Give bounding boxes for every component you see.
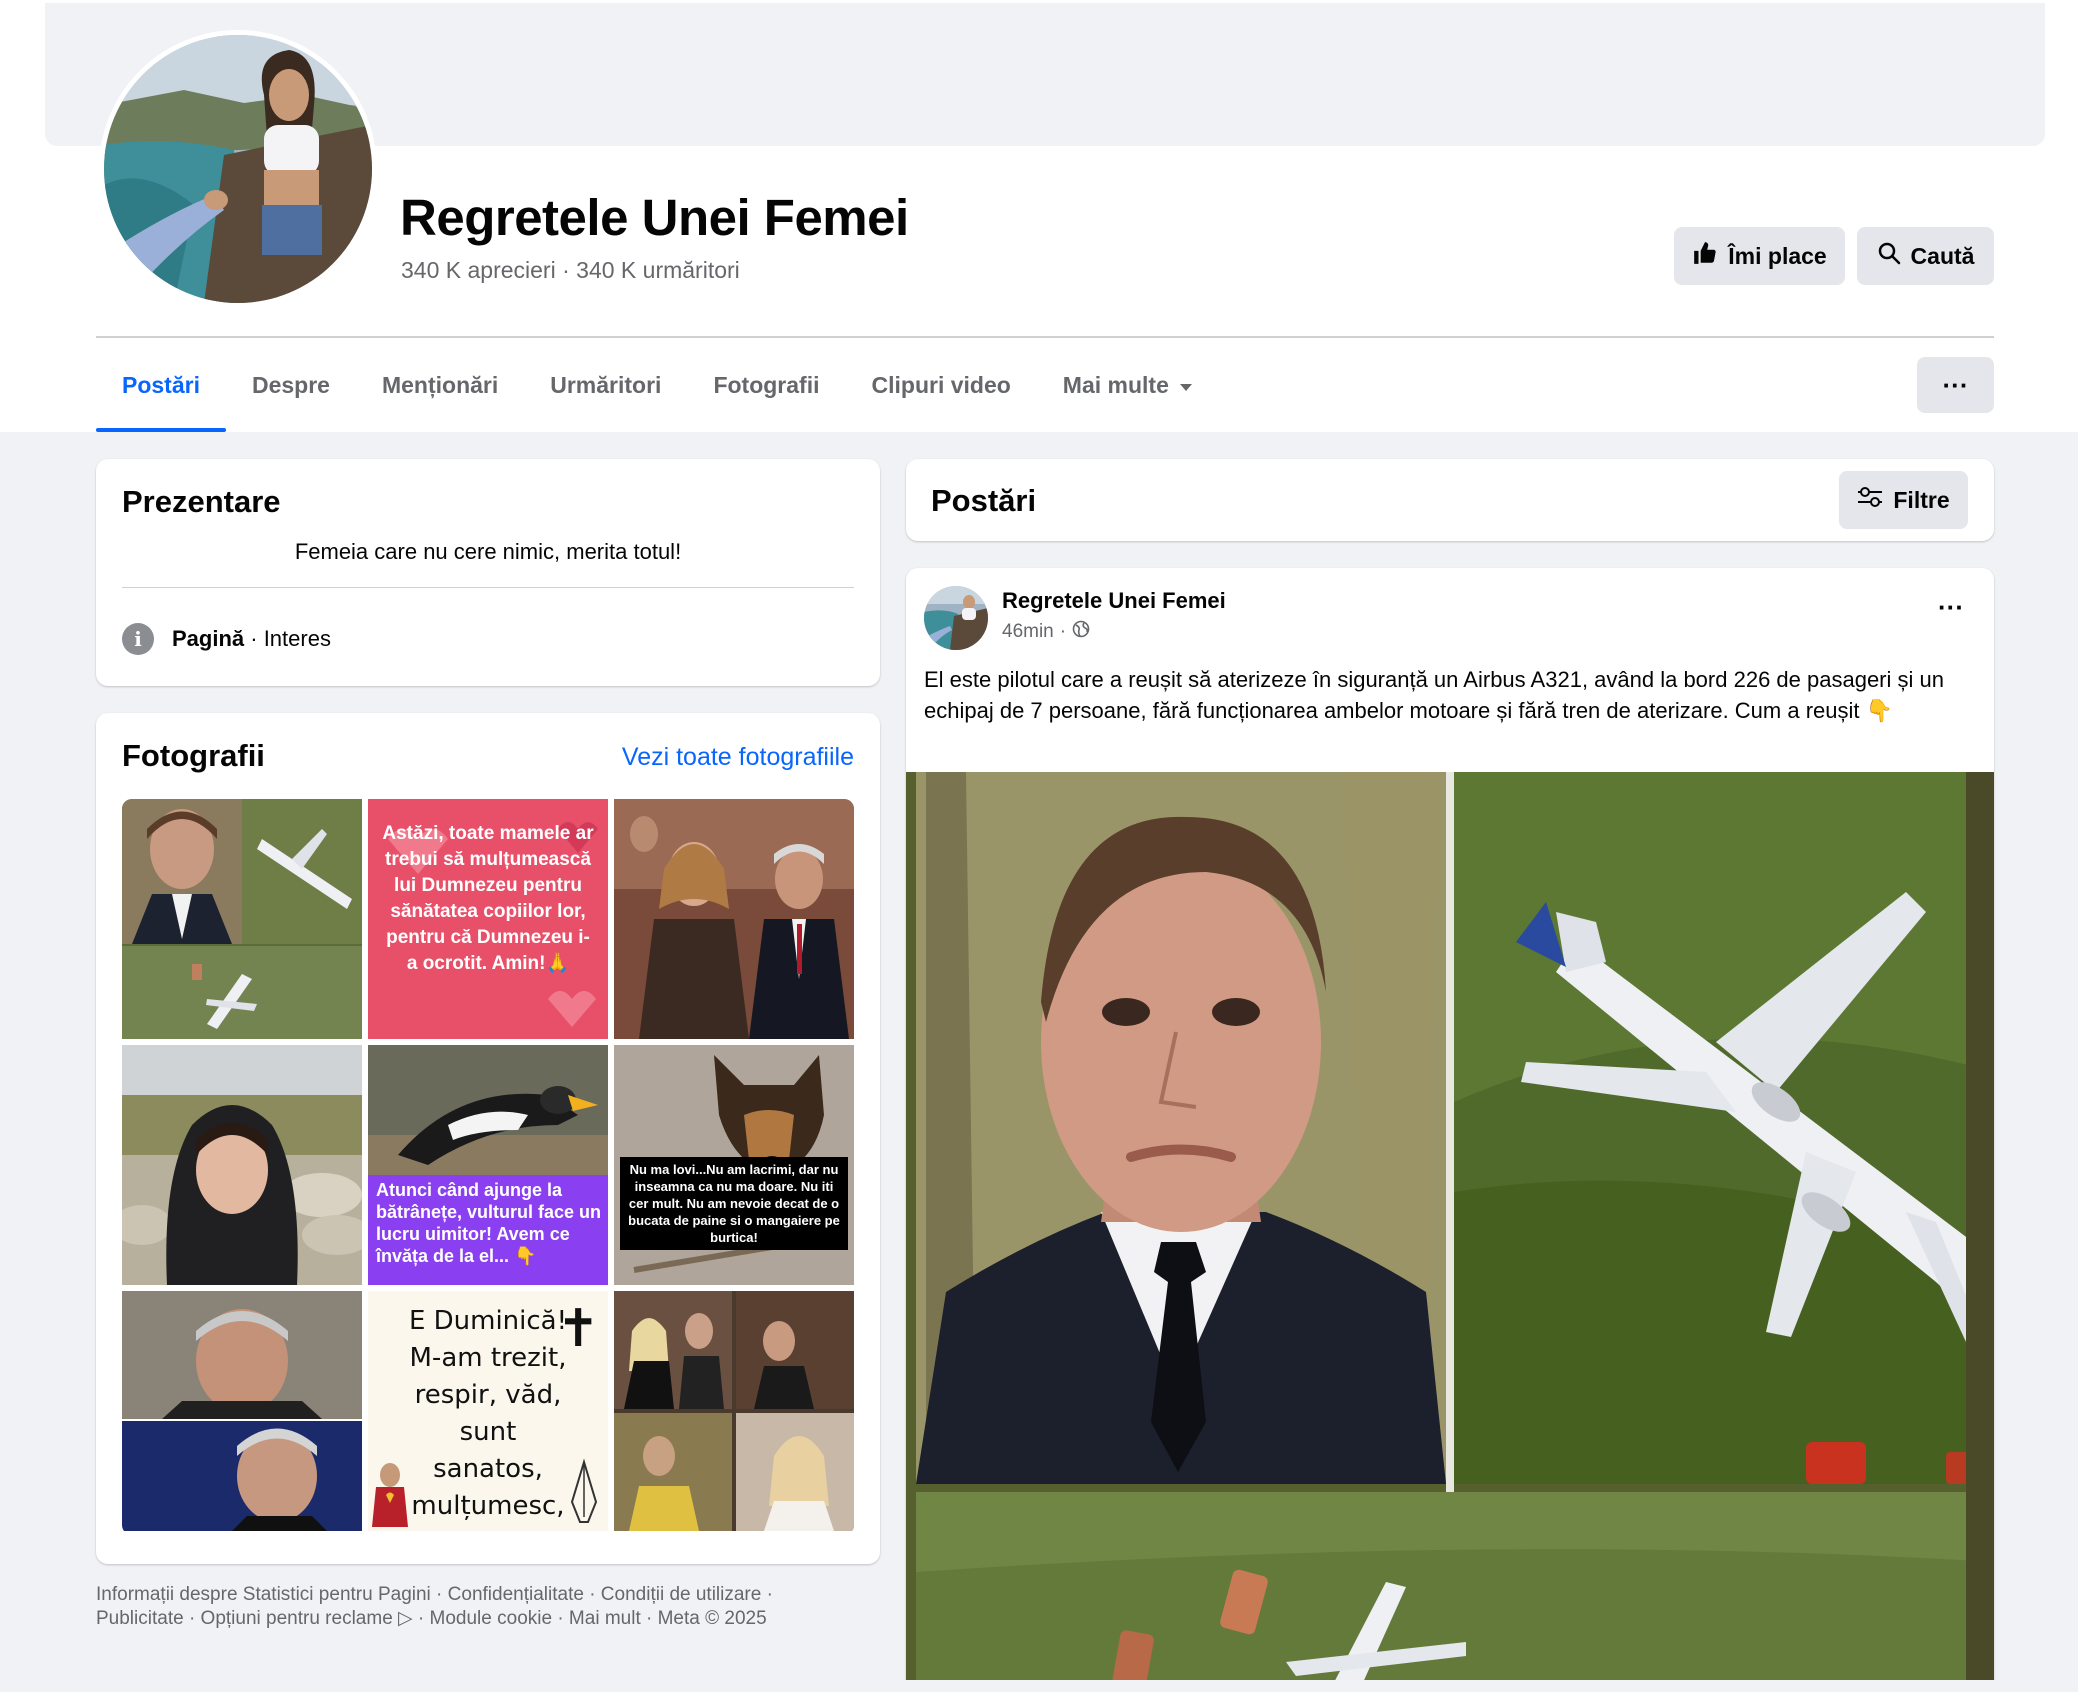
more-options-button[interactable]: ···	[1917, 357, 1994, 413]
page-stats: 340 K aprecieri · 340 K urmăritori	[401, 257, 740, 284]
tab-label: Clipuri video	[871, 371, 1011, 398]
photos-card: Fotografii Vezi toate fotografiile Astăz…	[96, 713, 880, 1564]
post-author-avatar[interactable]	[924, 586, 988, 650]
intro-card: Prezentare Femeia care nu cere nimic, me…	[96, 459, 880, 686]
facebook-page: Regretele Unei Femei 340 K aprecieri · 3…	[0, 0, 2078, 1692]
tab-label: Urmăritori	[550, 371, 662, 398]
profile-avatar[interactable]	[104, 35, 372, 303]
photo-caption: E Duminică! M-am trezit, respir, văd, su…	[408, 1306, 568, 1531]
photo-thumbnail[interactable]: Nu ma lovi...Nu am lacrimi, dar nu insea…	[614, 1045, 854, 1285]
sliders-icon	[1857, 486, 1883, 514]
tab-posts[interactable]: Postări	[96, 338, 226, 432]
info-icon: i	[122, 623, 154, 655]
post-menu-button[interactable]: ···	[1938, 592, 1964, 623]
footer-line-2[interactable]: Publicitate · Opțiuni pentru reclame ▷ ·…	[96, 1607, 886, 1631]
footer-line-1[interactable]: Informații despre Statistici pentru Pagi…	[96, 1583, 886, 1607]
post-author-name[interactable]: Regretele Unei Femei	[1002, 588, 1226, 614]
post-time[interactable]: 46min	[1002, 621, 1054, 643]
photos-title: Fotografii	[122, 738, 265, 773]
tab-label: Fotografii	[713, 371, 820, 398]
category-rest: · Interes	[244, 626, 331, 651]
category-bold: Pagină	[172, 626, 245, 651]
tab-photos[interactable]: Fotografii	[687, 338, 845, 432]
page-bottom	[0, 1680, 2078, 1692]
thumbs-up-icon	[1692, 240, 1718, 272]
filters-label: Filtre	[1893, 486, 1950, 513]
post-image[interactable]	[906, 772, 1994, 1692]
stats-separator: ·	[562, 257, 570, 283]
photo-caption: Nu ma lovi...Nu am lacrimi, dar nu insea…	[620, 1157, 848, 1250]
globe-icon	[1072, 620, 1090, 644]
tab-about[interactable]: Despre	[226, 338, 356, 432]
praying-hands-icon	[570, 1458, 598, 1523]
meta-separator: ·	[1059, 621, 1067, 642]
caret-down-icon	[1179, 372, 1193, 399]
page-category: i Pagină · Interes	[122, 623, 331, 655]
intro-bio: Femeia care nu cere nimic, merita totul!	[294, 539, 682, 564]
likes-count[interactable]: 340 K aprecieri	[401, 257, 556, 283]
see-all-photos-link[interactable]: Vezi toate fotografiile	[622, 743, 854, 772]
photo-caption: Astăzi, toate mamele ar trebui să mulțum…	[382, 823, 594, 974]
tab-videos[interactable]: Clipuri video	[846, 338, 1037, 432]
post-meta: 46min ·	[1002, 620, 1090, 644]
tab-label: Menționări	[381, 371, 499, 398]
search-icon	[1877, 241, 1901, 271]
page-title: Regretele Unei Femei	[400, 189, 909, 246]
page-tabs: Postări Despre Menționări Urmăritori Fot…	[96, 338, 1219, 432]
category-text: Pagină · Interes	[172, 626, 331, 652]
sacred-heart-icon	[372, 1463, 408, 1527]
photo-thumbnail[interactable]	[614, 1291, 854, 1531]
intro-title: Prezentare	[122, 484, 281, 519]
photo-caption: Atunci când ajunge la bătrânețe, vulturu…	[376, 1180, 602, 1266]
tab-followers[interactable]: Urmăritori	[524, 338, 687, 432]
photo-thumbnail[interactable]	[614, 799, 854, 1039]
like-button[interactable]: Îmi place	[1674, 227, 1845, 285]
filters-button[interactable]: Filtre	[1839, 471, 1968, 529]
photo-thumbnail[interactable]	[122, 799, 362, 1039]
post-text: El este pilotul care a reușit să aterize…	[924, 667, 1944, 723]
tab-mentions[interactable]: Menționări	[356, 338, 524, 432]
photo-thumbnail[interactable]	[122, 1045, 362, 1285]
photo-thumbnail[interactable]: Astăzi, toate mamele ar trebui să mulțum…	[368, 799, 608, 1039]
photo-thumbnail[interactable]: Atunci când ajunge la bătrânețe, vulturu…	[368, 1045, 608, 1285]
tab-label: Postări	[122, 371, 200, 398]
tab-more[interactable]: Mai multe	[1037, 338, 1219, 432]
photo-grid: Astăzi, toate mamele ar trebui să mulțum…	[122, 799, 854, 1535]
posts-title: Postări	[931, 483, 1037, 518]
posts-header-card: Postări Filtre	[906, 459, 1994, 541]
page-footer: Informații despre Statistici pentru Pagi…	[96, 1583, 886, 1631]
photo-thumbnail[interactable]	[122, 1291, 362, 1531]
search-button[interactable]: Caută	[1857, 227, 1994, 285]
tab-label: Mai multe	[1062, 371, 1169, 398]
like-label: Îmi place	[1728, 242, 1827, 269]
intro-divider	[122, 587, 854, 588]
tab-label: Despre	[251, 371, 330, 398]
post-card: Regretele Unei Femei 46min · ··· El este…	[906, 568, 1994, 1692]
search-label: Caută	[1910, 242, 1975, 269]
followers-count[interactable]: 340 K urmăritori	[576, 257, 740, 283]
photo-thumbnail[interactable]: ✝ E Duminică! M-am trezit, respir, văd, …	[368, 1291, 608, 1531]
